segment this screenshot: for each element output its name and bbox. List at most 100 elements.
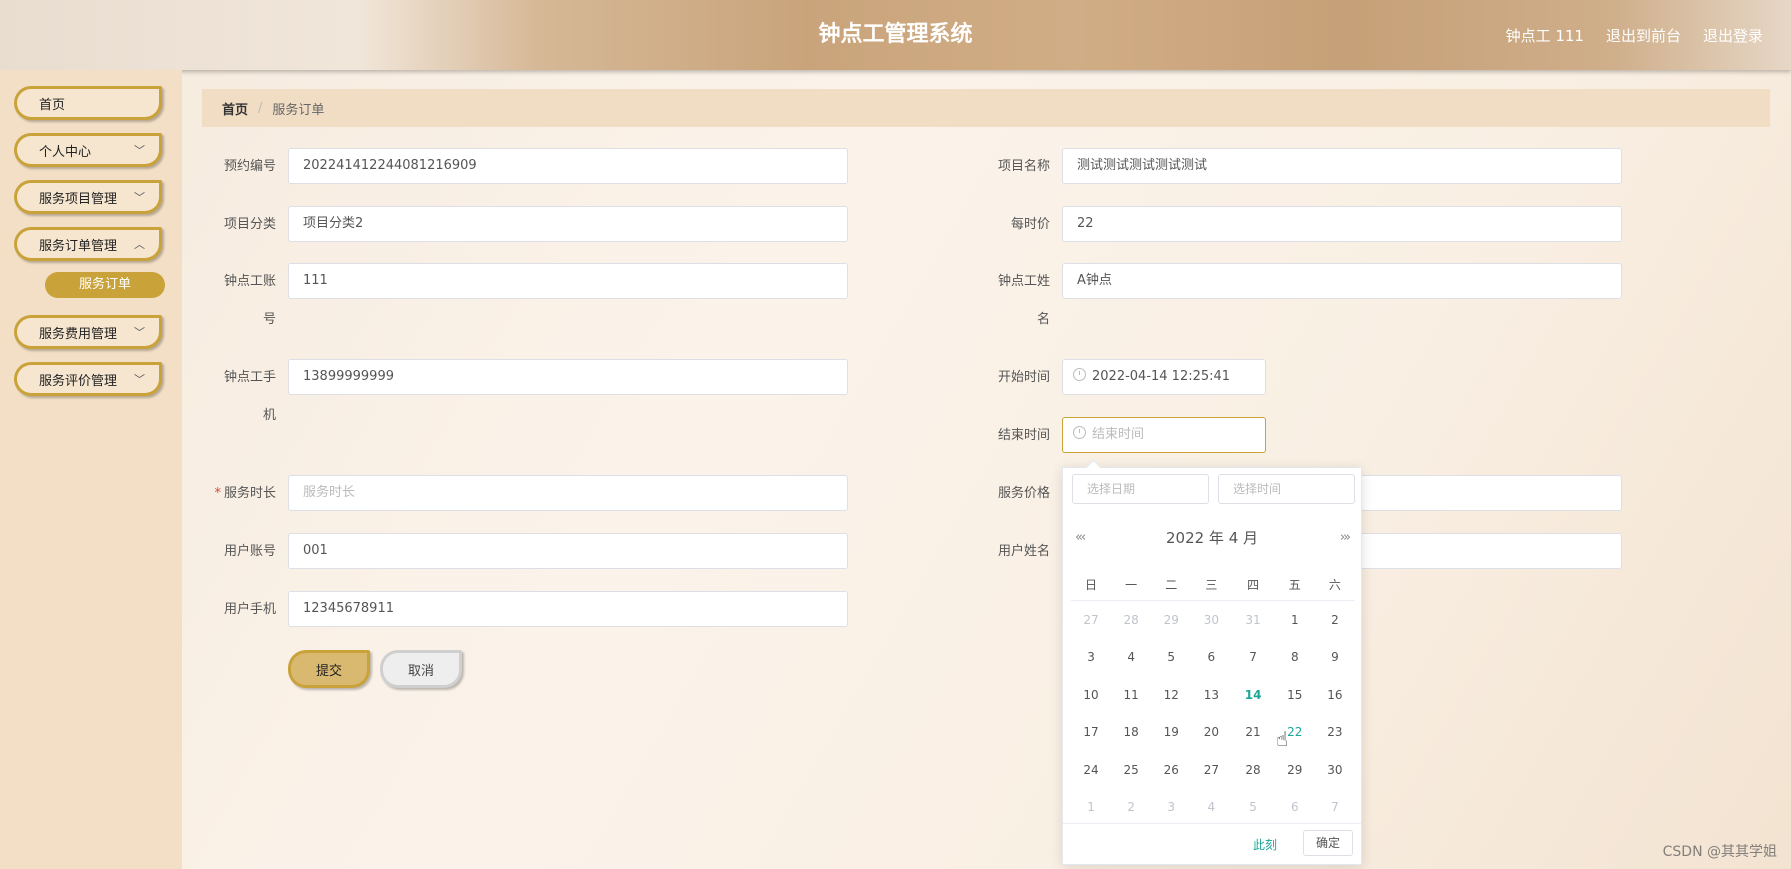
submit-button[interactable]: 提交	[288, 650, 370, 688]
picker-time-input[interactable]: 选择时间	[1218, 474, 1355, 504]
project-name-field[interactable]: 测试测试测试测试测试	[1062, 148, 1622, 184]
calendar-day[interactable]: 29	[1151, 601, 1191, 639]
calendar-day[interactable]: 23	[1315, 714, 1355, 752]
worker-account-label: 钟点工账 号	[204, 271, 276, 330]
calendar-day[interactable]: 6	[1191, 639, 1231, 677]
calendar-day[interactable]: 10	[1071, 676, 1111, 714]
sidebar-item-service-reviews[interactable]: 服务评价管理 ﹀	[14, 362, 162, 396]
weekday-header: 三	[1191, 568, 1232, 601]
calendar-day[interactable]: 20	[1191, 714, 1231, 752]
sidebar-subitem-service-order[interactable]: 服务订单	[45, 272, 165, 298]
user-account-field[interactable]: 001	[288, 533, 848, 569]
calendar-day[interactable]: 27	[1191, 751, 1231, 789]
worker-phone-field[interactable]: 13899999999	[288, 359, 848, 395]
now-button[interactable]: 此刻	[1253, 836, 1277, 853]
clock-icon	[1073, 426, 1086, 439]
datetime-picker: 选择日期 选择时间 «‹ 2022 年 4 月 ›» 日 一 二 三 四 五 六…	[1062, 459, 1362, 865]
calendar-day[interactable]: 30	[1191, 601, 1231, 639]
calendar-grid: 日 一 二 三 四 五 六 27 28 29 30 31 1 2 3 4 5 6…	[1071, 568, 1355, 826]
duration-label-text: 服务时长	[223, 486, 276, 501]
start-time-value: 2022-04-14 12:25:41	[1092, 369, 1231, 384]
calendar-day[interactable]: 9	[1315, 639, 1355, 677]
sidebar-item-personal-center[interactable]: 个人中心 ﹀	[14, 133, 162, 167]
calendar-day[interactable]: 4	[1111, 639, 1151, 677]
chevron-down-icon: ﹀	[134, 373, 145, 386]
category-field[interactable]: 项目分类2	[288, 206, 848, 242]
calendar-day[interactable]: 5	[1231, 789, 1274, 827]
calendar-day[interactable]: 3	[1071, 639, 1111, 677]
calendar-day[interactable]: 12	[1151, 676, 1191, 714]
weekday-header: 日	[1071, 568, 1112, 601]
end-time-input[interactable]: 结束时间	[1062, 417, 1266, 453]
start-time-field[interactable]: 2022-04-14 12:25:41	[1062, 359, 1266, 395]
calendar-day-today[interactable]: 14	[1231, 676, 1274, 714]
calendar-day[interactable]: 19	[1151, 714, 1191, 752]
worker-phone-label-line2: 机	[262, 408, 276, 423]
end-time-placeholder: 结束时间	[1092, 427, 1145, 442]
sidebar-item-home[interactable]: 首页	[14, 86, 162, 120]
user-phone-field[interactable]: 12345678911	[288, 591, 848, 627]
breadcrumb-current: 服务订单	[272, 102, 325, 118]
picker-date-input[interactable]: 选择日期	[1072, 474, 1209, 504]
logout-link[interactable]: 退出登录	[1703, 25, 1763, 46]
sidebar-item-service-orders[interactable]: 服务订单管理 ︿	[14, 227, 162, 261]
calendar-day[interactable]: 2	[1111, 789, 1151, 827]
hourly-price-field[interactable]: 22	[1062, 206, 1622, 242]
worker-account-field[interactable]: 111	[288, 263, 848, 299]
chevron-down-icon: ﹀	[134, 144, 145, 157]
picker-month-label[interactable]: 2022 年 4 月	[1063, 523, 1361, 553]
breadcrumb-home[interactable]: 首页	[222, 99, 248, 118]
weekday-header: 一	[1111, 568, 1152, 601]
calendar-day[interactable]: 8	[1275, 639, 1315, 677]
calendar-day[interactable]: 31	[1231, 601, 1274, 639]
calendar-day[interactable]: 24	[1071, 751, 1111, 789]
calendar-day[interactable]: 5	[1151, 639, 1191, 677]
calendar-day[interactable]: 1	[1071, 789, 1111, 827]
picker-arrow	[1085, 459, 1102, 476]
calendar-day[interactable]: 1	[1275, 601, 1315, 639]
calendar-day[interactable]: 27	[1071, 601, 1111, 639]
worker-account-label-line2: 号	[262, 312, 276, 327]
calendar-day[interactable]: 13	[1191, 676, 1231, 714]
sidebar-item-label: 首页	[39, 97, 66, 113]
calendar-day[interactable]: 25	[1111, 751, 1151, 789]
header-actions: 钟点工 111 退出到前台 退出登录	[1506, 0, 1763, 70]
calendar-day[interactable]: 28	[1231, 751, 1274, 789]
sidebar-item-service-projects[interactable]: 服务项目管理 ﹀	[14, 180, 162, 214]
breadcrumb-separator: /	[258, 100, 263, 116]
calendar-day[interactable]: 4	[1191, 789, 1231, 827]
order-no-field[interactable]: 202241412244081216909	[288, 148, 848, 184]
calendar-day[interactable]: 2	[1315, 601, 1355, 639]
worker-phone-label: 钟点工手 机	[204, 367, 276, 426]
calendar-day[interactable]: 21	[1231, 714, 1274, 752]
calendar-day[interactable]: 15	[1275, 676, 1315, 714]
calendar-day[interactable]: 6	[1275, 789, 1315, 827]
chevron-down-icon: ﹀	[134, 191, 145, 204]
calendar-day[interactable]: 11	[1111, 676, 1151, 714]
cancel-button[interactable]: 取消	[380, 650, 462, 688]
weekday-header: 五	[1274, 568, 1315, 601]
duration-input[interactable]: 服务时长	[288, 475, 848, 511]
calendar-day[interactable]: 7	[1231, 639, 1274, 677]
current-user: 钟点工 111	[1505, 26, 1584, 45]
clock-icon	[1073, 368, 1086, 381]
confirm-button[interactable]: 确定	[1303, 830, 1353, 856]
calendar-day[interactable]: 26	[1151, 751, 1191, 789]
calendar-day[interactable]: 28	[1111, 601, 1151, 639]
sidebar-item-label: 服务评价管理	[39, 373, 118, 389]
sidebar-item-label: 个人中心	[39, 144, 92, 160]
calendar-day[interactable]: 17	[1071, 714, 1111, 752]
calendar-day[interactable]: 18	[1111, 714, 1151, 752]
calendar-day[interactable]: 29	[1275, 751, 1315, 789]
calendar-day[interactable]: 16	[1315, 676, 1355, 714]
user-phone-label: 用户手机	[223, 602, 276, 617]
top-header: 钟点工管理系统 钟点工 111 退出到前台 退出登录	[0, 0, 1791, 70]
sidebar-item-service-fees[interactable]: 服务费用管理 ﹀	[14, 315, 162, 349]
back-to-front-link[interactable]: 退出到前台	[1606, 25, 1681, 46]
calendar-day[interactable]: 30	[1315, 751, 1355, 789]
calendar-day[interactable]: 7	[1315, 789, 1355, 827]
worker-name-field[interactable]: A钟点	[1062, 263, 1622, 299]
calendar-day[interactable]: 3	[1151, 789, 1191, 827]
next-month-icon[interactable]: ›»	[1340, 523, 1351, 553]
required-mark: *	[214, 486, 221, 501]
